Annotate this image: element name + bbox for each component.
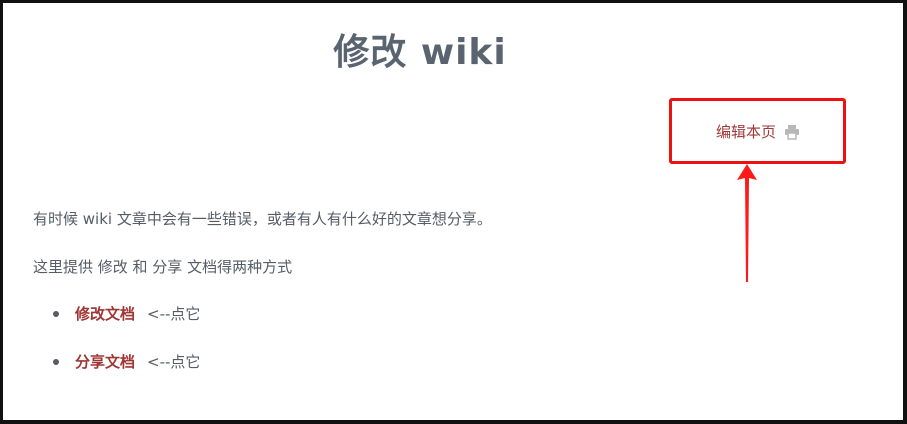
page-title: 修改 wiki	[333, 32, 507, 73]
page-frame: 修改 wiki 编辑本页 有时候 wiki 文章中会有一些错误，或者有人有什么好…	[0, 0, 907, 424]
bullet-icon	[53, 358, 59, 365]
edit-page-label: 编辑本页	[716, 123, 777, 141]
hint-text: <--点它	[147, 305, 201, 323]
bullet-icon	[53, 310, 59, 317]
edit-page-link[interactable]: 编辑本页	[716, 121, 800, 142]
intro-paragraph: 有时候 wiki 文章中会有一些错误，或者有人有什么好的文章想分享。	[33, 210, 492, 228]
list-item: 分享文档 <--点它	[53, 351, 200, 372]
list-item: 修改文档 <--点它	[53, 303, 200, 324]
edit-document-link[interactable]: 修改文档	[75, 303, 135, 324]
red-arrow-annotation	[737, 164, 757, 282]
share-document-link[interactable]: 分享文档	[75, 351, 135, 372]
printer-icon[interactable]	[784, 124, 800, 140]
methods-paragraph: 这里提供 修改 和 分享 文档得两种方式	[33, 258, 293, 276]
hint-text: <--点它	[147, 353, 201, 371]
